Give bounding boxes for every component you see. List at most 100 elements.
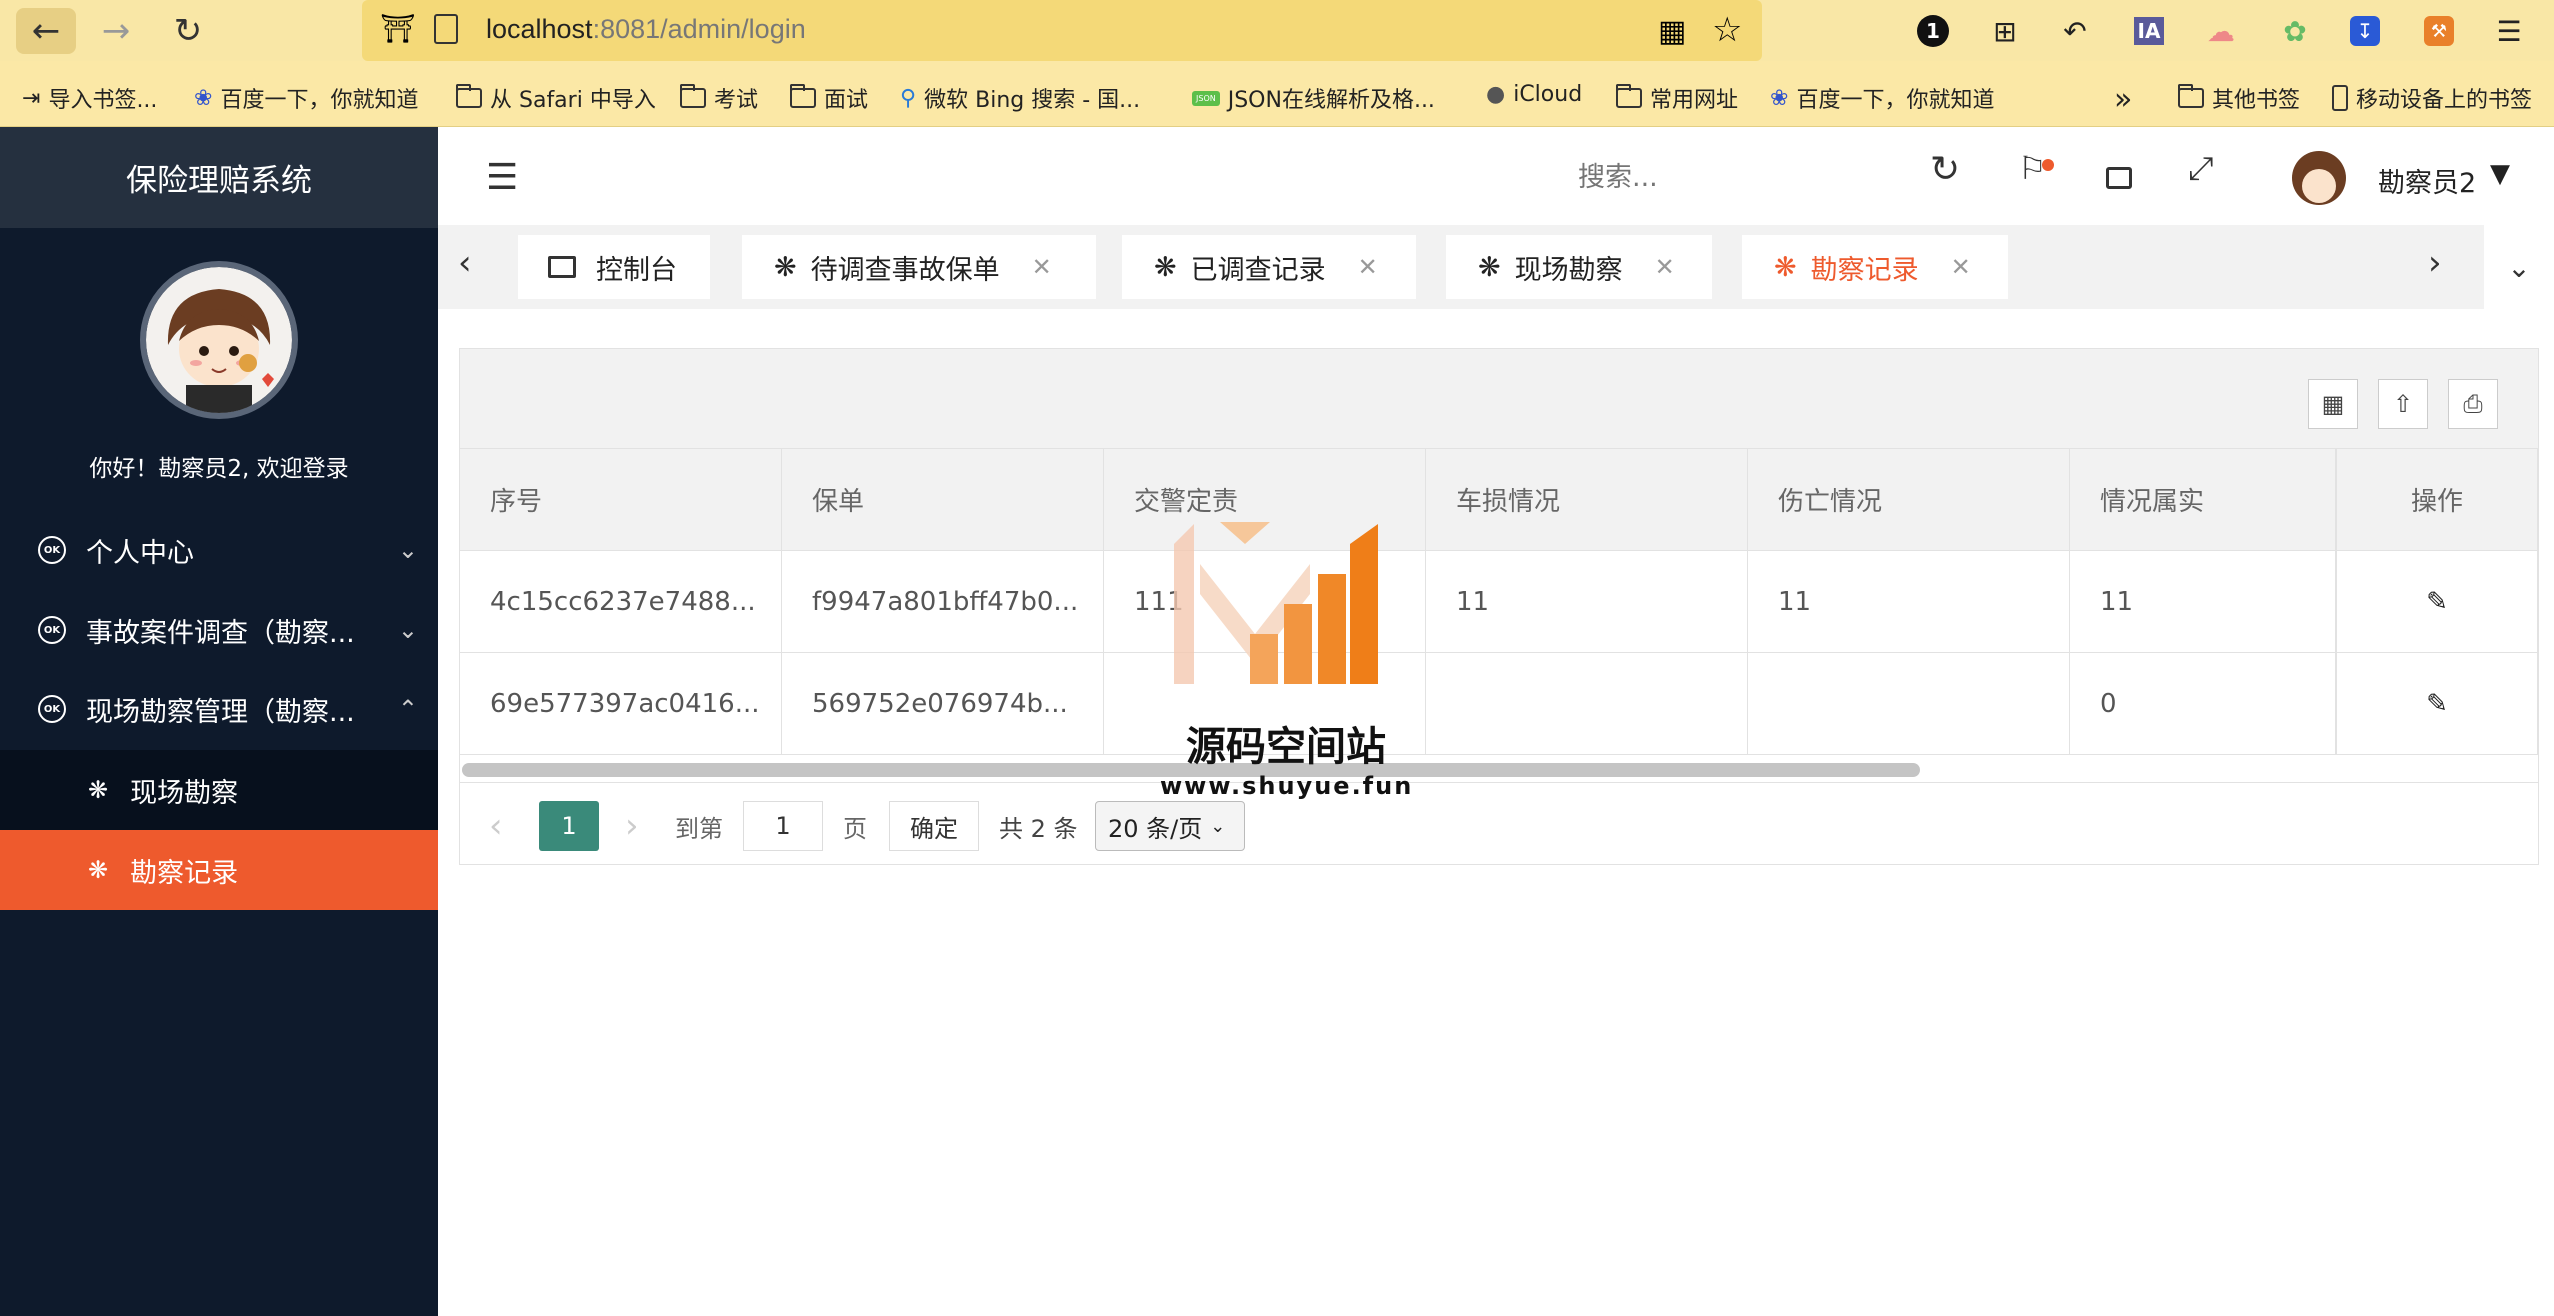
- watermark: 源码空间站 www.shuyue.fun: [1160, 514, 1411, 804]
- tab-investigated-records[interactable]: ❋ 已调查记录 ✕: [1122, 235, 1416, 299]
- bookmark-import[interactable]: ⇥ 导入书签...: [22, 82, 157, 114]
- username[interactable]: 勘察员2: [2378, 161, 2476, 200]
- confirm-button[interactable]: 确定: [889, 801, 979, 851]
- tabs-bar: ‹ 控制台 ❋ 待调查事故保单 ✕ ❋ 已调查记录 ✕ ❋ 现场勘察 ✕ ❋ 勘…: [438, 225, 2554, 309]
- download-icon[interactable]: ↧: [2346, 12, 2384, 50]
- bookmark-bing[interactable]: ⚲ 微软 Bing 搜索 - 国...: [900, 82, 1140, 114]
- tab-site-survey[interactable]: ❋ 现场勘察 ✕: [1446, 235, 1712, 299]
- page-suffix: 页: [843, 814, 867, 843]
- menu-site-survey-management[interactable]: OK 现场勘察管理（勘察... ⌃: [0, 669, 438, 749]
- menu-accident-investigation[interactable]: OK 事故案件调查（勘察... ⌄: [0, 590, 438, 670]
- star-icon[interactable]: ☆: [1712, 10, 1742, 50]
- next-page-icon[interactable]: ›: [625, 801, 639, 851]
- ok-icon: OK: [38, 616, 66, 644]
- tab-scroll-left-icon[interactable]: ‹: [458, 243, 472, 283]
- palm-icon: ❋: [1774, 251, 1797, 283]
- baidu-paw-icon: ❀: [1770, 85, 1789, 111]
- submenu-label: 勘察记录: [130, 857, 239, 889]
- bookmark-label: 移动设备上的书签: [2356, 88, 2533, 113]
- table-cell: [1748, 653, 2070, 755]
- tab-label: 现场勘察: [1514, 254, 1623, 286]
- reload-button[interactable]: ↻: [158, 8, 218, 54]
- onepassword-icon[interactable]: 1: [1914, 12, 1952, 50]
- chevron-down-icon: ⌄: [397, 616, 418, 644]
- tab-label: 控制台: [596, 254, 677, 286]
- folder-icon: [1616, 84, 1642, 108]
- close-icon[interactable]: ✕: [1358, 253, 1378, 281]
- bookmark-label: 面试: [824, 88, 869, 113]
- table-cell: f9947a801bff47b0...: [782, 551, 1104, 653]
- forward-button[interactable]: →: [86, 8, 146, 54]
- bookmark-baidu[interactable]: ❀ 百度一下，你就知道: [194, 82, 418, 114]
- back-button[interactable]: ←: [16, 8, 76, 54]
- close-icon[interactable]: ✕: [1655, 253, 1675, 281]
- bookmark-label: 常用网址: [1650, 88, 1739, 113]
- folder-icon: [680, 84, 706, 108]
- export-button[interactable]: ⇧: [2378, 379, 2428, 429]
- column-header-vehicle-damage: 车损情况: [1426, 449, 1748, 551]
- columns-filter-button[interactable]: ▦: [2308, 379, 2358, 429]
- bookmark-interview[interactable]: 面试: [790, 82, 868, 114]
- tab-scroll-right-icon[interactable]: ›: [2428, 243, 2442, 283]
- bookmark-mobile[interactable]: 移动设备上的书签: [2332, 82, 2532, 114]
- bookmarks-overflow[interactable]: »: [2114, 82, 2132, 117]
- qr-code-icon[interactable]: ▦: [1658, 14, 1686, 49]
- bookmark-safari-import[interactable]: 从 Safari 中导入: [456, 82, 656, 114]
- folder-icon: [456, 84, 482, 108]
- search-icon: ⚲: [900, 85, 917, 111]
- watermark-url: www.shuyue.fun: [1160, 772, 1414, 800]
- table-cell: 11: [1426, 551, 1748, 653]
- chevron-down-icon: ⌄: [1210, 815, 1226, 837]
- submenu-label: 现场勘察: [130, 777, 239, 809]
- lock-icon[interactable]: [2106, 167, 2132, 189]
- phone-icon: [2332, 85, 2348, 111]
- submenu-survey-records[interactable]: ❋ 勘察记录: [0, 830, 438, 910]
- tab-survey-records[interactable]: ❋ 勘察记录 ✕: [1742, 235, 2008, 299]
- ia-extension-icon[interactable]: IA: [2130, 12, 2168, 50]
- column-header-verified: 情况属实: [2070, 449, 2336, 551]
- page-size-select[interactable]: 20 条/页 ⌄: [1095, 801, 1245, 851]
- wrench-extension-icon[interactable]: ⚒: [2420, 12, 2458, 50]
- crop-icon[interactable]: ⊞: [1986, 12, 2024, 50]
- table-row-actions: ✎: [2336, 653, 2538, 755]
- import-icon: ⇥: [22, 85, 41, 111]
- bookmark-baidu-2[interactable]: ❀ 百度一下，你就知道: [1770, 82, 1994, 114]
- user-avatar[interactable]: [2292, 151, 2346, 205]
- bookmark-icloud[interactable]: ● iCloud: [1486, 82, 1582, 107]
- cloud-icon[interactable]: ☁: [2202, 12, 2240, 50]
- menu-icon[interactable]: ☰: [2490, 12, 2528, 50]
- edit-icon[interactable]: ✎: [2426, 587, 2448, 617]
- submenu-site-survey[interactable]: ❋ 现场勘察: [0, 750, 438, 830]
- table-cell: 11: [2070, 551, 2336, 653]
- column-header-casualties: 伤亡情况: [1748, 449, 2070, 551]
- page-button-current[interactable]: 1: [539, 801, 599, 851]
- bookmark-exam[interactable]: 考试: [680, 82, 758, 114]
- bookmark-other[interactable]: 其他书签: [2178, 82, 2300, 114]
- bookmark-json[interactable]: JSON JSON在线解析及格...: [1192, 82, 1435, 114]
- close-icon[interactable]: ✕: [1032, 253, 1052, 281]
- fullscreen-icon[interactable]: ⤢: [2188, 149, 2214, 188]
- bookmark-label: 百度一下，你就知道: [220, 88, 419, 113]
- menu-toggle-icon[interactable]: ☰: [486, 157, 518, 198]
- tab-dashboard[interactable]: 控制台: [518, 235, 710, 299]
- baidu-paw-icon: ❀: [194, 85, 213, 111]
- caret-down-icon[interactable]: ▼: [2490, 159, 2510, 189]
- table-row-actions: ✎: [2336, 551, 2538, 653]
- print-button[interactable]: ⎙: [2448, 379, 2498, 429]
- welcome-text: 你好！勘察员2, 欢迎登录: [89, 456, 349, 482]
- search-input[interactable]: [1578, 155, 1818, 199]
- tab-pending-policies[interactable]: ❋ 待调查事故保单 ✕: [742, 235, 1096, 299]
- prev-page-icon[interactable]: ‹: [489, 801, 503, 851]
- url-bar[interactable]: ⛩ localhost:8081/admin/login ▦ ☆: [362, 0, 1762, 61]
- menu-personal-center[interactable]: OK 个人中心 ⌄: [0, 510, 438, 590]
- bookmark-common[interactable]: 常用网址: [1616, 82, 1738, 114]
- avatar: [140, 261, 298, 419]
- close-icon[interactable]: ✕: [1951, 253, 1971, 281]
- undo-icon[interactable]: ↶: [2056, 12, 2094, 50]
- goto-page-input[interactable]: [743, 801, 823, 851]
- browser-toolbar: ← → ↻ ⛩ localhost:8081/admin/login ▦ ☆ 1…: [0, 0, 2554, 61]
- refresh-icon[interactable]: ↻: [1930, 149, 1960, 190]
- tab-menu-dropdown[interactable]: ⌄: [2484, 225, 2554, 309]
- edit-icon[interactable]: ✎: [2426, 689, 2448, 719]
- leaf-extension-icon[interactable]: ✿: [2276, 12, 2314, 50]
